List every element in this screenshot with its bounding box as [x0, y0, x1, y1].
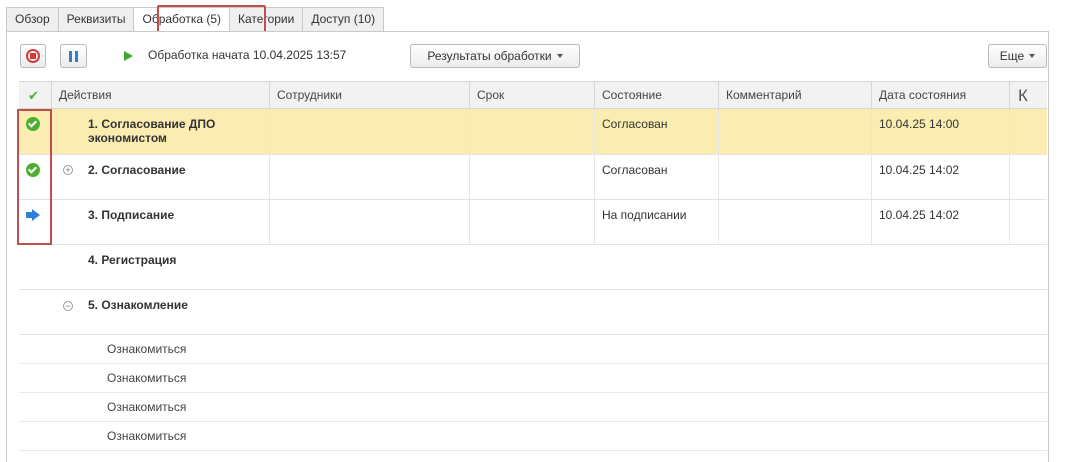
- row-state-date: 10.04.25 14:00: [872, 109, 1010, 154]
- arrow-right-icon: [26, 209, 40, 221]
- row-state: Согласован: [595, 155, 719, 199]
- row-status-cell: [19, 155, 52, 199]
- processing-results-label: Результаты обработки: [427, 49, 552, 63]
- list-item[interactable]: Ознакомиться: [19, 393, 1047, 422]
- row-action-title: 5. Ознакомление: [88, 298, 188, 312]
- row-employees: [270, 155, 470, 199]
- row-action-title: 3. Подписание: [52, 200, 270, 244]
- subtask-label: Ознакомиться: [107, 400, 187, 414]
- stop-icon: [26, 49, 40, 63]
- row-status-cell: [19, 200, 52, 244]
- header-k[interactable]: К: [1010, 82, 1047, 109]
- row-k: [1010, 109, 1047, 154]
- row-comment: [719, 109, 872, 154]
- subtask-label: Ознакомиться: [107, 371, 187, 385]
- pause-button[interactable]: [60, 44, 87, 68]
- list-item[interactable]: Ознакомиться: [19, 422, 1047, 451]
- row-employees: [270, 200, 470, 244]
- table-row[interactable]: 1. Согласование ДПО экономистом Согласов…: [19, 109, 1047, 155]
- table-row[interactable]: + 2. Согласование Согласован 10.04.25 14…: [19, 155, 1047, 200]
- row-deadline: [470, 109, 595, 154]
- row-comment: [719, 200, 872, 244]
- table-row[interactable]: 3. Подписание На подписании 10.04.25 14:…: [19, 200, 1047, 245]
- tab-categories[interactable]: Категории: [229, 7, 304, 31]
- chevron-down-icon: [1029, 54, 1036, 58]
- row-action-title: 4. Регистрация: [88, 253, 177, 267]
- list-item[interactable]: Ознакомиться: [19, 335, 1047, 364]
- tab-overview[interactable]: Обзор: [6, 7, 59, 31]
- pause-icon: [69, 50, 78, 62]
- row-state: На подписании: [595, 200, 719, 244]
- tab-requisites[interactable]: Реквизиты: [57, 7, 135, 31]
- chevron-down-icon: [556, 54, 563, 58]
- row-action-title: 2. Согласование: [52, 155, 270, 199]
- tab-processing[interactable]: Обработка (5): [133, 7, 231, 32]
- table-row[interactable]: 4. Регистрация: [19, 245, 1047, 290]
- table-header: ✔ Действия Сотрудники Срок Состояние Ком…: [19, 81, 1047, 109]
- row-state-date: 10.04.25 14:02: [872, 200, 1010, 244]
- header-state-date[interactable]: Дата состояния: [872, 82, 1010, 109]
- row-state: Согласован: [595, 109, 719, 154]
- check-circle-icon: [26, 163, 40, 177]
- header-actions[interactable]: Действия: [52, 82, 270, 109]
- row-deadline: [470, 155, 595, 199]
- list-item[interactable]: Ознакомиться: [19, 364, 1047, 393]
- row-employees: [270, 109, 470, 154]
- more-label: Еще: [999, 49, 1025, 63]
- table-row[interactable]: − 5. Ознакомление: [19, 290, 1047, 335]
- header-comment[interactable]: Комментарий: [719, 82, 872, 109]
- row-state-date: 10.04.25 14:02: [872, 155, 1010, 199]
- header-state[interactable]: Состояние: [595, 82, 719, 109]
- row-deadline: [470, 200, 595, 244]
- subtask-label: Ознакомиться: [107, 342, 187, 356]
- row-action-title: 1. Согласование ДПО экономистом: [52, 109, 270, 154]
- more-button[interactable]: Еще: [988, 44, 1047, 68]
- processing-status-text: Обработка начата 10.04.2025 13:57: [148, 48, 347, 62]
- header-status-column[interactable]: ✔: [19, 82, 52, 109]
- processing-results-button[interactable]: Результаты обработки: [410, 44, 580, 68]
- actions-table: ✔ Действия Сотрудники Срок Состояние Ком…: [19, 81, 1047, 451]
- header-employees[interactable]: Сотрудники: [270, 82, 470, 109]
- play-icon: [124, 51, 133, 61]
- row-status-cell: [19, 109, 52, 154]
- header-deadline[interactable]: Срок: [470, 82, 595, 109]
- row-k: [1010, 200, 1047, 244]
- subtask-label: Ознакомиться: [107, 429, 187, 443]
- tab-bar: Обзор Реквизиты Обработка (5) Категории …: [6, 7, 385, 32]
- checkmark-icon: ✔: [28, 88, 39, 103]
- row-comment: [719, 155, 872, 199]
- stop-button[interactable]: [20, 44, 46, 68]
- row-k: [1010, 155, 1047, 199]
- check-circle-icon: [26, 117, 40, 131]
- tab-access[interactable]: Доступ (10): [302, 7, 385, 31]
